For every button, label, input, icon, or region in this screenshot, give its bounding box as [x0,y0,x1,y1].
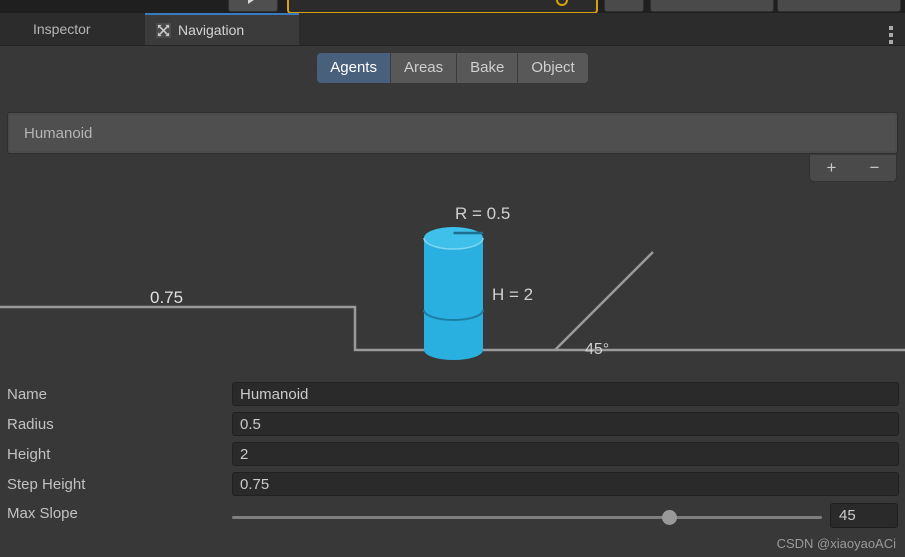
kebab-menu-icon[interactable] [889,26,893,44]
radius-input[interactable]: 0.5 [232,412,899,436]
tab-bar: Inspector Navigation [0,13,905,46]
tab-object-label: Object [531,59,575,76]
tab-agents[interactable]: Agents [317,52,391,83]
radius-input-value: 0.5 [240,415,261,433]
property-row-name: Name Humanoid [0,379,905,409]
property-row-height: Height 2 [0,439,905,469]
play-button[interactable] [228,0,278,12]
agent-list-controls: + − [809,155,897,182]
max-slope-slider-knob[interactable] [661,510,677,525]
property-row-step-height: Step Height 0.75 [0,469,905,499]
property-row-max-slope: Max Slope 45 [0,499,905,533]
agent-properties: Name Humanoid Radius 0.5 Height 2 Step H… [0,379,905,533]
max-slope-label: Max Slope [7,505,78,522]
height-input[interactable]: 2 [232,442,899,466]
step-height-input-value: 0.75 [240,475,270,493]
tab-object[interactable]: Object [518,52,588,83]
remove-agent-label: − [869,158,880,177]
segmented-control: Agents Areas Bake Object [317,52,588,83]
tab-navigation[interactable]: Navigation [145,13,299,45]
navigation-window: Inspector Navigation Agents Areas Bake O… [0,0,905,557]
step-height-input[interactable]: 0.75 [232,472,899,496]
name-label: Name [7,385,48,403]
search-input[interactable] [287,0,598,13]
height-label: Height [7,445,51,463]
property-row-radius: Radius 0.5 [0,409,905,439]
add-agent-button[interactable]: + [810,155,853,181]
info-icon [11,22,26,37]
list-item-label: Humanoid [24,124,93,142]
name-input-value: Humanoid [240,385,309,403]
radius-label: R = 0.5 [455,204,510,223]
slope-angle-label: 45° [585,341,609,358]
move-arrows-icon [156,22,171,38]
agent-diagram: R = 0.5 H = 2 0.75 45° [0,190,905,375]
remove-agent-button[interactable]: − [853,155,896,181]
max-slope-slider[interactable] [232,510,822,525]
list-item[interactable]: Humanoid [10,115,895,151]
radius-label: Radius [7,415,54,433]
agent-cylinder-body [424,238,483,350]
tab-navigation-label: Navigation [178,22,245,38]
height-input-value: 2 [240,445,249,463]
layout-dropdown[interactable] [777,0,901,12]
account-button[interactable] [604,0,644,12]
tab-inspector[interactable]: Inspector [0,13,145,45]
tab-areas-label: Areas [403,59,444,76]
max-slope-input[interactable]: 45 [830,503,898,528]
tab-bake[interactable]: Bake [457,52,519,83]
editor-toolbar-strip [0,0,905,13]
tab-bake-label: Bake [470,59,505,76]
agent-list-panel: Humanoid [7,112,898,154]
name-input[interactable]: Humanoid [232,382,899,406]
navigation-mode-toolbar: Agents Areas Bake Object [0,45,905,90]
layers-dropdown[interactable] [650,0,774,12]
agent-cylinder-bottom [424,340,483,360]
add-agent-label: + [826,158,837,177]
tab-inspector-label: Inspector [33,21,91,37]
watermark: CSDN @xiaoyaoACi [776,536,896,551]
tab-areas[interactable]: Areas [390,52,458,83]
step-height-label: Step Height [7,475,86,493]
tab-agents-label: Agents [330,59,377,76]
slope-line [554,251,654,351]
height-label: H = 2 [492,285,533,304]
step-height-label: 0.75 [150,288,183,307]
max-slope-input-value: 45 [839,507,856,524]
